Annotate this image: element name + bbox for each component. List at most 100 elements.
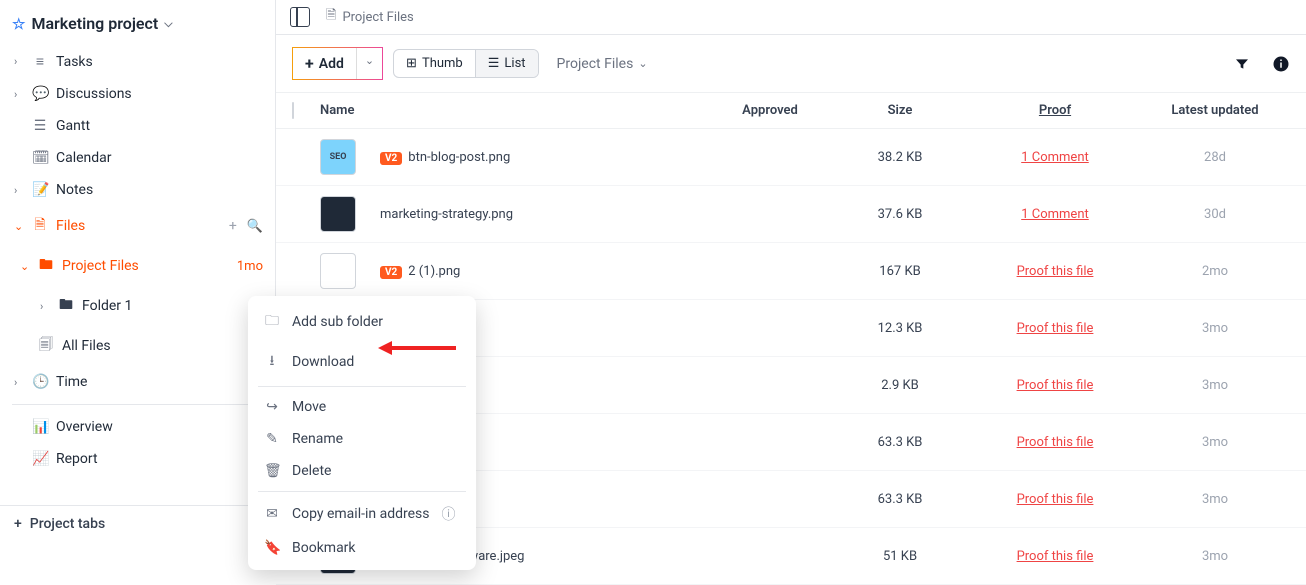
proof-link[interactable]: Proof this file bbox=[1017, 549, 1094, 564]
file-size: 167 KB bbox=[830, 264, 970, 279]
download-icon: ⭳ bbox=[264, 350, 280, 374]
filter-icon[interactable] bbox=[1234, 56, 1250, 72]
search-icon[interactable]: 🔍 bbox=[247, 219, 263, 234]
breadcrumb-label: Project Files bbox=[342, 10, 413, 25]
ctx-delete[interactable]: 🗑 Delete bbox=[248, 455, 476, 487]
ctx-label: Delete bbox=[292, 463, 331, 479]
sidebar-item-label: Files bbox=[56, 218, 85, 234]
project-title-row[interactable]: ☆ Marketing project ⌵ bbox=[0, 8, 275, 39]
file-updated: 3mo bbox=[1202, 378, 1228, 393]
sidebar-item-tasks[interactable]: ›≡Tasks bbox=[0, 45, 275, 78]
sidebar-item-gantt[interactable]: ›☰Gantt bbox=[0, 110, 275, 142]
col-proof[interactable]: Proof bbox=[970, 103, 1140, 118]
add-button-group: + Add ⌄ bbox=[292, 47, 383, 80]
sidebar-item-calendar[interactable]: ›🗓Calendar bbox=[0, 142, 275, 174]
proof-link[interactable]: 1 Comment bbox=[1021, 207, 1089, 222]
view-list-button[interactable]: ☰ List bbox=[476, 50, 538, 77]
file-size: 37.6 KB bbox=[830, 207, 970, 222]
add-button[interactable]: + Add bbox=[293, 48, 356, 79]
sidebar-item-project-files[interactable]: ⌄🖿Project Files 1mo bbox=[0, 246, 275, 286]
table-row[interactable]: V22 (1).png 167 KB Proof this file 2mo bbox=[276, 243, 1306, 300]
panel-toggle-icon[interactable] bbox=[290, 7, 310, 27]
sidebar-item-time[interactable]: › 🕒 Time bbox=[0, 366, 275, 398]
annotation-arrow bbox=[378, 341, 456, 355]
mail-icon: ✉ bbox=[264, 506, 280, 522]
project-title: Marketing project bbox=[31, 14, 158, 33]
col-approved[interactable]: Approved bbox=[710, 103, 830, 118]
project-tabs-button[interactable]: + Project tabs bbox=[0, 505, 275, 542]
proof-link[interactable]: Proof this file bbox=[1017, 378, 1094, 393]
caret-icon: ⌄ bbox=[20, 260, 30, 273]
ctx-bookmark[interactable]: 🔖Bookmark bbox=[248, 532, 476, 564]
sidebar-item-overview[interactable]: ›📊Overview bbox=[0, 411, 275, 443]
sidebar-item-label: Calendar bbox=[56, 150, 112, 166]
sidebar-item-label: Time bbox=[56, 374, 87, 390]
file-name: 2 (1).png bbox=[408, 264, 460, 279]
list-icon: ☰ bbox=[488, 56, 500, 71]
caret-icon: › bbox=[14, 184, 24, 197]
file-updated: 3mo bbox=[1202, 492, 1228, 507]
sidebar-item-label: Report bbox=[56, 451, 98, 467]
stack-icon: 🗐 bbox=[38, 334, 54, 358]
star-icon[interactable]: ☆ bbox=[12, 15, 25, 33]
file-updated: 28d bbox=[1204, 150, 1226, 165]
grid-icon: ⊞ bbox=[406, 56, 417, 71]
proof-link[interactable]: Proof this file bbox=[1017, 321, 1094, 336]
file-size: 2.9 KB bbox=[830, 378, 970, 393]
gantt-icon: ☰ bbox=[32, 118, 48, 134]
sidebar-item-folder1[interactable]: ›🖿Folder 1 2 bbox=[0, 286, 275, 326]
clock-icon: 🕒 bbox=[32, 374, 48, 390]
sidebar-item-label: Gantt bbox=[56, 118, 90, 134]
project-tabs-label: Project tabs bbox=[30, 516, 105, 532]
chevron-down-icon: ⌄ bbox=[638, 57, 647, 70]
col-updated[interactable]: Latest updated bbox=[1140, 103, 1290, 118]
move-icon: ↪ bbox=[264, 399, 280, 415]
folder-icon: 🗀 bbox=[264, 310, 280, 334]
ctx-move[interactable]: ↪ Move bbox=[248, 391, 476, 423]
toolbar: + Add ⌄ ⊞ Thumb ☰ List Project Files ⌄ bbox=[276, 35, 1306, 93]
proof-link[interactable]: Proof this file bbox=[1017, 264, 1094, 279]
proof-link[interactable]: Proof this file bbox=[1017, 435, 1094, 450]
sidebar-item-discussions[interactable]: ›💬Discussions bbox=[0, 78, 275, 110]
sidebar-item-notes[interactable]: ›📝Notes bbox=[0, 174, 275, 206]
add-dropdown[interactable]: ⌄ bbox=[356, 48, 382, 79]
view-thumb-button[interactable]: ⊞ Thumb bbox=[394, 50, 476, 77]
sidebar-item-report[interactable]: ›📈Report bbox=[0, 443, 275, 475]
caret-icon: › bbox=[14, 376, 24, 389]
calendar-icon: 🗓 bbox=[32, 150, 48, 166]
sidebar-item-allfiles[interactable]: ›🗐All Files bbox=[0, 326, 275, 366]
sidebar-item-label: All Files bbox=[62, 338, 111, 354]
table-row[interactable]: marketing-strategy.png 37.6 KB 1 Comment… bbox=[276, 186, 1306, 243]
sidebar-item-files[interactable]: ⌄🗎Files + 🔍 bbox=[0, 206, 275, 246]
file-thumbnail bbox=[320, 196, 356, 232]
notes-icon: 📝 bbox=[32, 182, 48, 198]
breadcrumb-item[interactable]: 🗎 Project Files bbox=[326, 6, 414, 28]
file-name: marketing-strategy.png bbox=[380, 207, 513, 222]
thumb-label: Thumb bbox=[422, 56, 463, 71]
delete-icon: 🗑 bbox=[264, 463, 280, 479]
info-icon[interactable] bbox=[1272, 55, 1290, 73]
proof-link[interactable]: Proof this file bbox=[1017, 492, 1094, 507]
col-name[interactable]: Name bbox=[320, 103, 710, 118]
gauge-icon: 📊 bbox=[32, 419, 48, 435]
ctx-rename[interactable]: ✎Rename bbox=[248, 423, 476, 455]
ctx-label: Add sub folder bbox=[292, 314, 383, 330]
proof-link[interactable]: 1 Comment bbox=[1021, 150, 1089, 165]
select-all-checkbox[interactable] bbox=[292, 102, 294, 119]
file-updated: 3mo bbox=[1202, 321, 1228, 336]
files-icon: 🗎 bbox=[32, 214, 48, 238]
folder-breadcrumb-dropdown[interactable]: Project Files ⌄ bbox=[549, 50, 656, 78]
ctx-label: Move bbox=[292, 399, 326, 415]
help-icon[interactable]: ⓘ bbox=[441, 504, 455, 524]
add-icon[interactable]: + bbox=[229, 218, 237, 234]
version-badge: V2 bbox=[380, 266, 402, 279]
ctx-add-subfolder[interactable]: 🗀 Add sub folder bbox=[248, 302, 476, 342]
view-toggle: ⊞ Thumb ☰ List bbox=[393, 49, 538, 78]
ctx-copy-email[interactable]: ✉Copy email-in address ⓘ bbox=[248, 496, 476, 532]
sidebar-item-label: Discussions bbox=[56, 86, 132, 102]
col-size[interactable]: Size bbox=[830, 103, 970, 118]
table-row[interactable]: SEO V2btn-blog-post.png 38.2 KB 1 Commen… bbox=[276, 129, 1306, 186]
file-thumbnail: SEO bbox=[320, 139, 356, 175]
chat-icon: 💬 bbox=[32, 86, 48, 102]
chevron-down-icon[interactable]: ⌵ bbox=[164, 17, 172, 31]
